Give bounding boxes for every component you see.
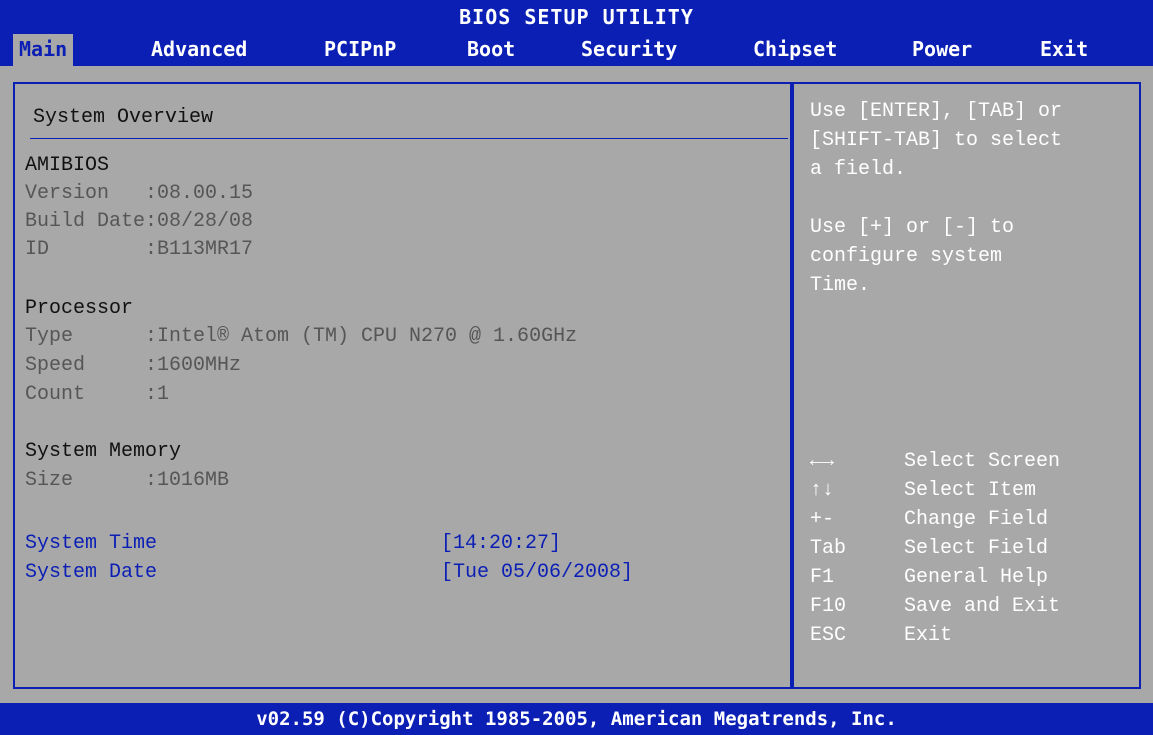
version-value: :08.00.15 [145,182,254,205]
tab-chipset[interactable]: Chipset [747,34,843,66]
help-line: Use [ENTER], [TAB] or [810,100,1063,123]
help-line: [SHIFT-TAB] to select [810,129,1063,152]
tab-exit[interactable]: Exit [1034,34,1094,66]
cpu-speed-value: :1600MHz [145,354,242,377]
key-change-field: +- [810,508,835,531]
amibios-title: AMIBIOS [25,154,110,177]
version-label: Version [25,182,146,205]
key-select-screen: ←→ [810,450,835,473]
key-desc: Select Screen [904,450,1061,473]
title-bar: BIOS SETUP UTILITY [0,0,1153,34]
copyright-footer: v02.59 (C)Copyright 1985-2005, American … [0,703,1153,735]
cpu-type-label: Type [25,325,146,348]
cpu-count-label: Count [25,383,146,406]
tab-boot[interactable]: Boot [461,34,521,66]
key-f1: F1 [810,566,835,589]
memory-size-value: :1016MB [145,469,230,492]
key-desc: Select Field [904,537,1049,560]
key-tab: Tab [810,537,847,560]
tab-power[interactable]: Power [906,34,978,66]
system-overview-panel: System Overview AMIBIOS Version :08.00.1… [13,82,792,689]
id-value: :B113MR17 [145,238,254,261]
help-line: configure system [810,245,1003,268]
processor-title: Processor [25,297,134,320]
key-desc: Save and Exit [904,595,1061,618]
menu-bar: Main Advanced PCIPnP Boot Security Chips… [0,34,1153,66]
key-desc: Exit [904,624,953,647]
build-date-value: :08/28/08 [145,210,254,233]
tab-main[interactable]: Main [13,34,74,66]
help-line: a field. [810,158,907,181]
tab-security[interactable]: Security [575,34,683,66]
memory-size-label: Size [25,469,146,492]
system-date-field[interactable]: [Tue 05/06/2008] [441,559,633,587]
key-f10: F10 [810,595,847,618]
key-esc: ESC [810,624,847,647]
build-date-label: Build Date [25,210,146,233]
help-line: Use [+] or [-] to [810,216,1015,239]
section-heading: System Overview [33,106,214,129]
key-desc: Select Item [904,479,1037,502]
help-panel: Use [ENTER], [TAB] or [SHIFT-TAB] to sel… [792,82,1141,689]
bios-screen: BIOS SETUP UTILITY Main Advanced PCIPnP … [0,0,1153,735]
id-label: ID [25,238,146,261]
help-line: Time. [810,274,871,297]
memory-title: System Memory [25,440,182,463]
tab-advanced[interactable]: Advanced [145,34,253,66]
system-date-label[interactable]: System Date [25,559,157,587]
key-desc: Change Field [904,508,1049,531]
cpu-type-value: :Intel® Atom (TM) CPU N270 @ 1.60GHz [145,325,578,348]
heading-divider [30,138,788,139]
tab-pcipnp[interactable]: PCIPnP [318,34,402,66]
system-time-field[interactable]: [14:20:27] [441,530,561,558]
key-select-item: ↑↓ [810,479,835,502]
cpu-count-value: :1 [145,383,170,406]
key-desc: General Help [904,566,1049,589]
system-time-label[interactable]: System Time [25,530,157,558]
cpu-speed-label: Speed [25,354,146,377]
